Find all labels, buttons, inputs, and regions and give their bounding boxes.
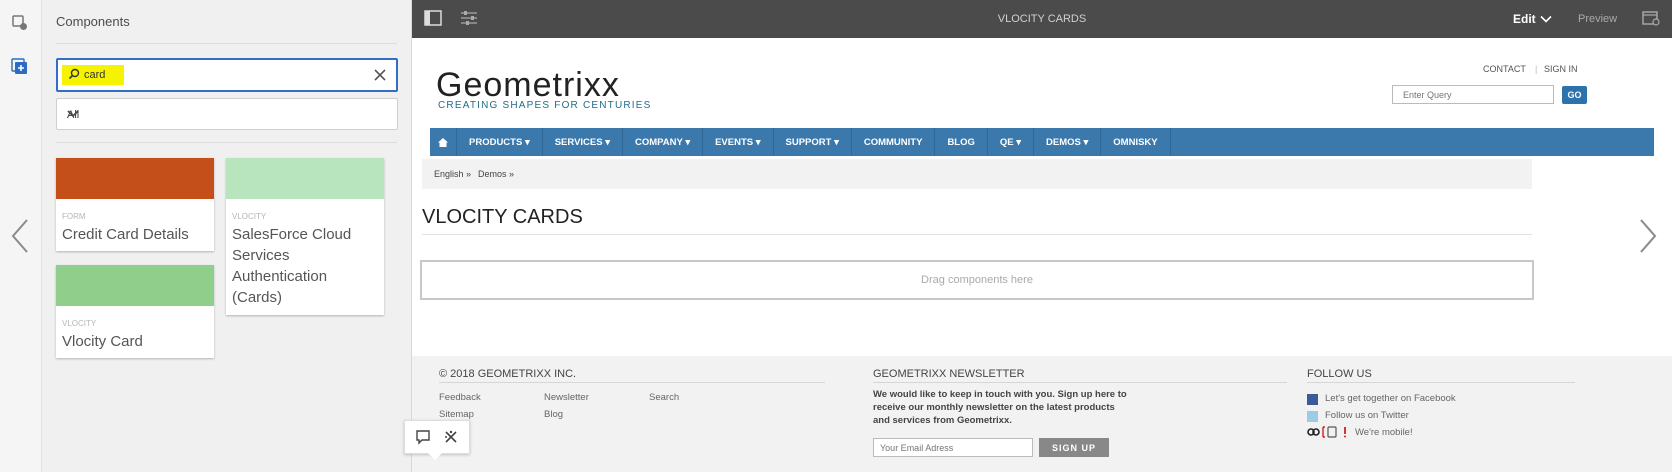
- component-card[interactable]: VLOCITY Vlocity Card: [56, 265, 214, 358]
- card-group: VLOCITY: [62, 319, 97, 328]
- footer-link-blog[interactable]: Blog: [544, 409, 563, 420]
- email-field[interactable]: [873, 438, 1033, 457]
- clear-icon[interactable]: [372, 67, 388, 83]
- facebook-icon: [1307, 394, 1318, 405]
- component-card[interactable]: VLOCITY SalesForce Cloud Services Authen…: [226, 158, 384, 315]
- side-rail: [0, 0, 42, 472]
- chevron-down-icon: [67, 109, 387, 122]
- page-body: Geometrixx CREATING SHAPES FOR CENTURIES…: [412, 38, 1672, 356]
- link-separator: |: [1535, 64, 1538, 74]
- components-panel: Components All FORM Credit Card Details …: [42, 0, 412, 472]
- assets-icon[interactable]: [9, 12, 31, 34]
- follow-link-mobile[interactable]: We're mobile!: [1355, 427, 1413, 438]
- page-title: VLOCITY CARDS: [997, 13, 1087, 25]
- divider: [1307, 382, 1575, 383]
- group-filter-select[interactable]: All: [56, 98, 398, 130]
- divider: [56, 142, 397, 143]
- breadcrumb-item[interactable]: Demos »: [478, 169, 514, 179]
- home-icon[interactable]: [430, 128, 457, 156]
- site-canvas: Geometrixx CREATING SHAPES FOR CENTURIES…: [412, 38, 1672, 472]
- card-name: SalesForce Cloud Services Authentication…: [232, 226, 352, 306]
- page-information-icon[interactable]: [1642, 10, 1660, 29]
- nav-item-company[interactable]: COMPANY ▾: [623, 128, 704, 156]
- page-editor: VLOCITY CARDS Edit Preview Geometrixx CR…: [412, 0, 1672, 472]
- go-button[interactable]: GO: [1562, 86, 1587, 104]
- prev-arrow-icon[interactable]: [10, 218, 30, 257]
- contact-link[interactable]: CONTACT: [1483, 64, 1526, 74]
- divider: [873, 382, 1287, 383]
- nav-items: PRODUCTS ▾ SERVICES ▾ COMPANY ▾ EVENTS ▾…: [457, 128, 1171, 156]
- site-search-input[interactable]: [1392, 85, 1554, 104]
- page-heading: VLOCITY CARDS: [422, 206, 583, 228]
- footer-link-search[interactable]: Search: [649, 392, 679, 403]
- component-search[interactable]: [56, 58, 398, 92]
- panel-title: Components: [56, 14, 130, 29]
- nav-item-qe[interactable]: QE ▾: [988, 128, 1035, 156]
- card-name: Vlocity Card: [62, 333, 143, 350]
- footer-link-feedback[interactable]: Feedback: [439, 392, 481, 403]
- nav-item-community[interactable]: COMMUNITY: [852, 128, 936, 156]
- follow-link-twitter[interactable]: Follow us on Twitter: [1325, 410, 1409, 421]
- chevron-down-icon[interactable]: [1540, 13, 1552, 27]
- nav-item-support[interactable]: SUPPORT ▾: [774, 128, 852, 156]
- footer-link-newsletter[interactable]: Newsletter: [544, 392, 589, 403]
- wand-icon[interactable]: [443, 429, 459, 448]
- signin-link[interactable]: SIGN IN: [1544, 64, 1578, 74]
- nav-item-services[interactable]: SERVICES ▾: [543, 128, 623, 156]
- search-icon: [68, 68, 80, 83]
- divider: [439, 382, 825, 383]
- comment-icon[interactable]: [415, 429, 431, 448]
- card-group: FORM: [62, 212, 86, 221]
- site-tagline: CREATING SHAPES FOR CENTURIES: [438, 100, 652, 111]
- twitter-icon: [1307, 411, 1318, 422]
- divider: [56, 43, 397, 44]
- footer-link-sitemap[interactable]: Sitemap: [439, 409, 474, 420]
- footer-copyright: © 2018 GEOMETRIXX INC.: [439, 368, 577, 380]
- mode-selector[interactable]: Edit: [1513, 12, 1536, 26]
- card-swatch: [226, 158, 384, 199]
- popover-arrow: [428, 453, 442, 460]
- nav-item-omnisky[interactable]: OMNISKY: [1101, 128, 1171, 156]
- breadcrumb-item[interactable]: English »: [434, 169, 471, 179]
- divider: [422, 234, 1532, 235]
- site-footer: © 2018 GEOMETRIXX INC. Feedback Sitemap …: [412, 356, 1672, 472]
- card-swatch: [56, 158, 214, 199]
- signup-button[interactable]: SIGN UP: [1039, 438, 1109, 457]
- card-group: VLOCITY: [232, 212, 267, 221]
- site-navigation: PRODUCTS ▾ SERVICES ▾ COMPANY ▾ EVENTS ▾…: [430, 128, 1654, 156]
- nav-item-blog[interactable]: BLOG: [935, 128, 988, 156]
- newsletter-text: We would like to keep in touch with you.…: [873, 389, 1127, 426]
- card-name: Credit Card Details: [62, 226, 189, 243]
- editor-toolbar: VLOCITY CARDS Edit Preview: [412, 0, 1672, 38]
- newsletter-title: GEOMETRIXX NEWSLETTER: [873, 368, 1025, 380]
- nav-item-events[interactable]: EVENTS ▾: [703, 128, 774, 156]
- component-card[interactable]: FORM Credit Card Details: [56, 158, 214, 251]
- next-arrow-icon[interactable]: [1638, 218, 1658, 257]
- follow-link-facebook[interactable]: Let's get together on Facebook: [1325, 393, 1456, 404]
- follow-title: FOLLOW US: [1307, 368, 1372, 380]
- component-dropzone[interactable]: Drag components here: [420, 260, 1534, 300]
- breadcrumb: English » Demos »: [422, 159, 1532, 189]
- card-swatch: [56, 265, 214, 306]
- components-icon[interactable]: [9, 56, 31, 78]
- nav-item-demos[interactable]: DEMOS ▾: [1034, 128, 1102, 156]
- nav-item-products[interactable]: PRODUCTS ▾: [457, 128, 543, 156]
- mobile-icon: [1307, 426, 1351, 441]
- search-input[interactable]: [84, 66, 344, 84]
- component-toolbar-popover: [404, 420, 470, 454]
- preview-button[interactable]: Preview: [1578, 13, 1617, 25]
